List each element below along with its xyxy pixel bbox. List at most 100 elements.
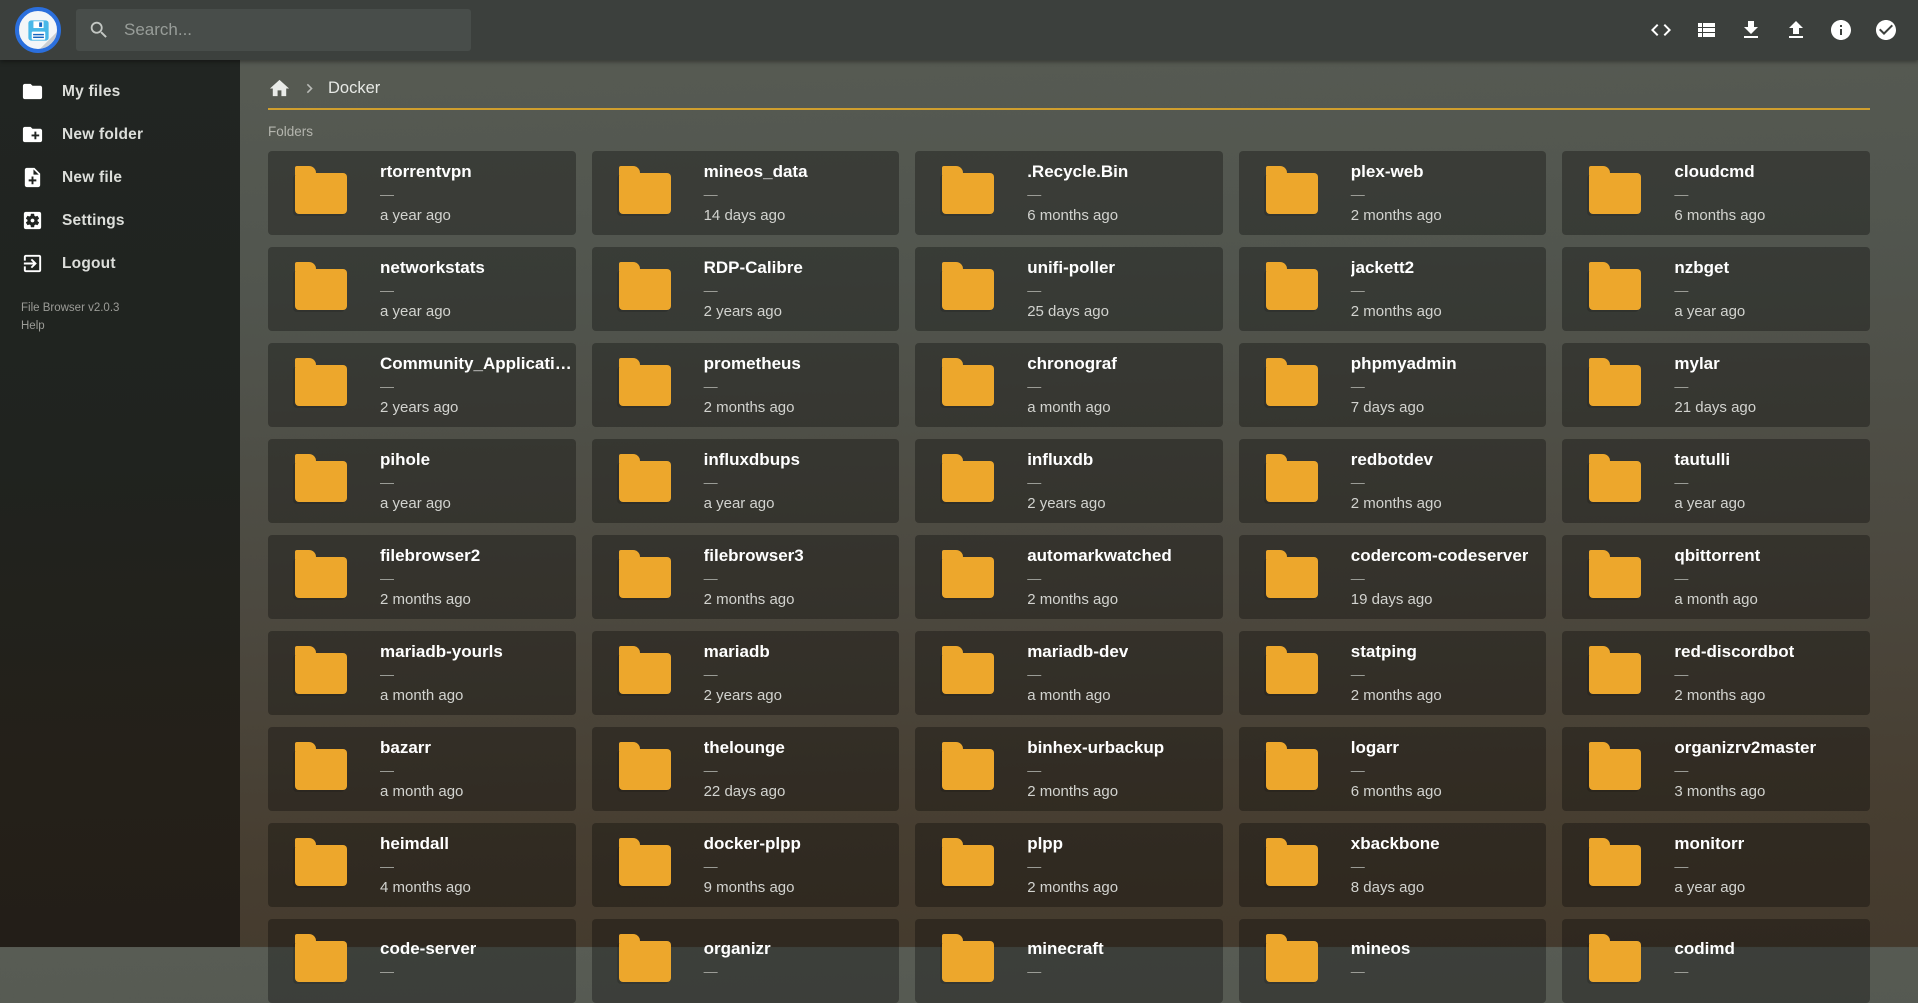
folder-card[interactable]: monitorr — a year ago (1562, 823, 1870, 907)
folder-card[interactable]: .Recycle.Bin — 6 months ago (915, 151, 1223, 235)
folder-size-placeholder: — (1027, 571, 1172, 585)
folder-icon (1589, 845, 1641, 886)
folder-card[interactable]: automarkwatched — 2 months ago (915, 535, 1223, 619)
folder-card[interactable]: cloudcmd — 6 months ago (1562, 151, 1870, 235)
folder-icon (295, 557, 347, 598)
folder-card[interactable]: tautulli — a year ago (1562, 439, 1870, 523)
search-input[interactable] (124, 20, 459, 40)
folder-name: statping (1351, 642, 1442, 662)
folder-name: xbackbone (1351, 834, 1440, 854)
folder-meta: pihole — a year ago (380, 450, 451, 512)
folder-card[interactable]: phpmyadmin — 7 days ago (1239, 343, 1547, 427)
code-icon[interactable] (1649, 18, 1673, 42)
folder-card[interactable]: minecraft — (915, 919, 1223, 1003)
folder-icon (1266, 653, 1318, 694)
folder-card[interactable]: organizrv2master — 3 months ago (1562, 727, 1870, 811)
folder-card[interactable]: influxdbups — a year ago (592, 439, 900, 523)
folder-card[interactable]: plex-web — 2 months ago (1239, 151, 1547, 235)
folder-meta: influxdbups — a year ago (704, 450, 800, 512)
folder-card[interactable]: redbotdev — 2 months ago (1239, 439, 1547, 523)
folder-name: mineos_data (704, 162, 808, 182)
sidebar-item-new-folder[interactable]: New folder (0, 113, 240, 156)
folder-name: .Recycle.Bin (1027, 162, 1128, 182)
app-logo[interactable] (15, 7, 61, 53)
help-link[interactable]: Help (21, 318, 119, 336)
folder-card[interactable]: logarr — 6 months ago (1239, 727, 1547, 811)
folder-meta: mariadb — 2 years ago (704, 642, 782, 704)
folder-card[interactable]: red-discordbot — 2 months ago (1562, 631, 1870, 715)
folder-size-placeholder: — (1674, 475, 1745, 489)
sidebar-item-logout[interactable]: Logout (0, 242, 240, 285)
folder-icon (1266, 749, 1318, 790)
folder-card[interactable]: rtorrentvpn — a year ago (268, 151, 576, 235)
list-view-icon[interactable] (1694, 18, 1718, 42)
home-icon[interactable] (268, 77, 291, 100)
folder-card[interactable]: filebrowser3 — 2 months ago (592, 535, 900, 619)
folder-card[interactable]: thelounge — 22 days ago (592, 727, 900, 811)
folder-card[interactable]: mariadb — 2 years ago (592, 631, 900, 715)
folder-card[interactable]: plpp — 2 months ago (915, 823, 1223, 907)
folder-card[interactable]: jackett2 — 2 months ago (1239, 247, 1547, 331)
folder-card[interactable]: nzbget — a year ago (1562, 247, 1870, 331)
folder-card[interactable]: bazarr — a month ago (268, 727, 576, 811)
folder-modified-time: 2 months ago (380, 591, 480, 608)
folder-meta: automarkwatched — 2 months ago (1027, 546, 1172, 608)
select-multiple-icon[interactable] (1874, 18, 1898, 42)
folder-card[interactable]: statping — 2 months ago (1239, 631, 1547, 715)
sidebar-item-new-file[interactable]: New file (0, 156, 240, 199)
folder-size-placeholder: — (704, 859, 801, 873)
folder-card[interactable]: Community_Applicatio... — 2 years ago (268, 343, 576, 427)
folder-size-placeholder: — (1351, 475, 1442, 489)
folder-icon (942, 269, 994, 310)
folder-meta: mineos_data — 14 days ago (704, 162, 808, 224)
folder-card[interactable]: mariadb-yourls — a month ago (268, 631, 576, 715)
folder-meta: chronograf — a month ago (1027, 354, 1117, 416)
folder-size-placeholder: — (1351, 964, 1411, 978)
folder-card[interactable]: qbittorrent — a month ago (1562, 535, 1870, 619)
upload-icon[interactable] (1784, 18, 1808, 42)
folder-card[interactable]: RDP-Calibre — 2 years ago (592, 247, 900, 331)
folder-card[interactable]: prometheus — 2 months ago (592, 343, 900, 427)
folder-icon (619, 749, 671, 790)
folder-card[interactable]: binhex-urbackup — 2 months ago (915, 727, 1223, 811)
download-icon[interactable] (1739, 18, 1763, 42)
folder-card[interactable]: mineos_data — 14 days ago (592, 151, 900, 235)
folder-card[interactable]: influxdb — 2 years ago (915, 439, 1223, 523)
sidebar-item-my-files[interactable]: My files (0, 70, 240, 113)
folder-card[interactable]: codercom-codeserver — 19 days ago (1239, 535, 1547, 619)
folder-name: plex-web (1351, 162, 1442, 182)
sidebar-item-settings[interactable]: Settings (0, 199, 240, 242)
folder-card[interactable]: chronograf — a month ago (915, 343, 1223, 427)
folder-name: organizrv2master (1674, 738, 1816, 758)
folder-card[interactable]: mineos — (1239, 919, 1547, 1003)
folder-size-placeholder: — (704, 475, 800, 489)
folder-card[interactable]: code-server — (268, 919, 576, 1003)
folder-modified-time: 2 months ago (1027, 783, 1164, 800)
folder-meta: plpp — 2 months ago (1027, 834, 1118, 896)
folder-modified-time: a month ago (1674, 591, 1760, 608)
folder-icon (619, 173, 671, 214)
folder-meta: .Recycle.Bin — 6 months ago (1027, 162, 1128, 224)
folder-card[interactable]: unifi-poller — 25 days ago (915, 247, 1223, 331)
folder-icon (295, 845, 347, 886)
search-box[interactable] (76, 9, 471, 51)
folder-name: pihole (380, 450, 451, 470)
folder-card[interactable]: networkstats — a year ago (268, 247, 576, 331)
folder-card[interactable]: codimd — (1562, 919, 1870, 1003)
folder-card[interactable]: filebrowser2 — 2 months ago (268, 535, 576, 619)
folder-icon (1266, 365, 1318, 406)
folder-card[interactable]: mariadb-dev — a month ago (915, 631, 1223, 715)
folder-card[interactable]: xbackbone — 8 days ago (1239, 823, 1547, 907)
folder-modified-time: 2 years ago (704, 303, 803, 320)
folder-card[interactable]: mylar — 21 days ago (1562, 343, 1870, 427)
folder-card[interactable]: docker-plpp — 9 months ago (592, 823, 900, 907)
folder-icon (942, 653, 994, 694)
folder-meta: logarr — 6 months ago (1351, 738, 1442, 800)
folder-card[interactable]: heimdall — 4 months ago (268, 823, 576, 907)
folder-modified-time: 2 months ago (704, 399, 801, 416)
folder-modified-time: a year ago (1674, 495, 1745, 512)
folder-card[interactable]: organizr — (592, 919, 900, 1003)
info-icon[interactable] (1829, 18, 1853, 42)
folder-card[interactable]: pihole — a year ago (268, 439, 576, 523)
folder-name: heimdall (380, 834, 471, 854)
